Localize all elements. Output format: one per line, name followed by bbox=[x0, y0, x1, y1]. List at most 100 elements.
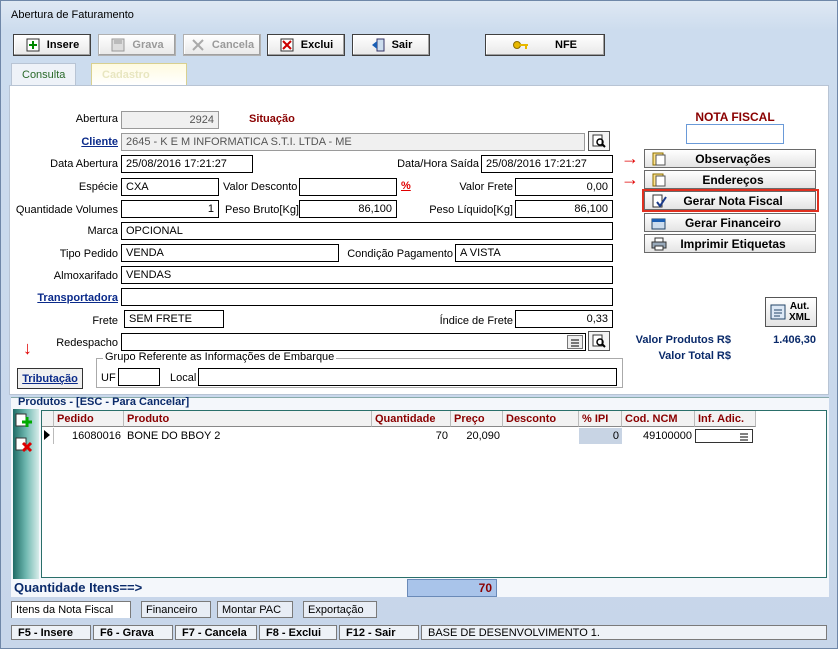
almoxarifado-field[interactable]: VENDAS bbox=[121, 266, 613, 284]
tab-itens-nota[interactable]: Itens da Nota Fiscal bbox=[11, 601, 131, 618]
peso-liquido-field[interactable]: 86,100 bbox=[515, 200, 613, 218]
f12-sair-key[interactable]: F12 - Sair bbox=[339, 625, 419, 640]
abertura-field[interactable]: 2924 bbox=[121, 111, 219, 129]
cell-produto[interactable]: BONE DO BBOY 2 bbox=[124, 428, 372, 444]
tipo-pedido-field[interactable]: VENDA bbox=[121, 244, 339, 262]
col-inf-adic[interactable]: Inf. Adic. bbox=[695, 411, 756, 427]
qtd-volumes-label: Quantidade Volumes bbox=[15, 204, 118, 216]
cell-ipi[interactable]: 0 bbox=[579, 428, 622, 444]
tab-cadastro[interactable]: Cadastro bbox=[91, 63, 187, 85]
valor-frete-label: Valor Frete bbox=[459, 181, 513, 193]
especie-label: Espécie bbox=[78, 181, 118, 193]
inf-adic-list-icon[interactable] bbox=[737, 431, 751, 441]
valor-produtos-value: 1.406,30 bbox=[773, 334, 816, 346]
col-ncm[interactable]: Cod. NCM bbox=[622, 411, 695, 427]
sair-label: Sair bbox=[391, 39, 413, 51]
cliente-field[interactable]: 2645 - K E M INFORMATICA S.T.I. LTDA - M… bbox=[121, 133, 585, 151]
nfe-label: NFE bbox=[555, 39, 577, 51]
transportadora-field[interactable] bbox=[121, 288, 613, 306]
imprimir-etiquetas-button[interactable]: Imprimir Etiquetas bbox=[644, 234, 816, 253]
cell-quantidade[interactable]: 70 bbox=[372, 428, 451, 444]
insere-button[interactable]: Insere bbox=[13, 34, 91, 56]
uf-field[interactable] bbox=[118, 368, 160, 386]
cell-preco[interactable]: 20,090 bbox=[451, 428, 503, 444]
insert-record-icon bbox=[25, 38, 41, 52]
peso-liquido-label: Peso Líquido[Kg] bbox=[429, 204, 513, 216]
data-saida-field[interactable]: 25/08/2016 17:21:27 bbox=[481, 155, 613, 173]
cell-ncm[interactable]: 49100000 bbox=[622, 428, 695, 444]
list-icon bbox=[571, 339, 579, 347]
local-field[interactable] bbox=[198, 368, 617, 386]
data-saida-label: Data/Hora Saída bbox=[397, 158, 479, 170]
percent-toggle[interactable]: % bbox=[401, 180, 411, 192]
finance-icon bbox=[649, 215, 669, 231]
cell-pedido[interactable]: 16080016 bbox=[54, 428, 124, 444]
f7-cancela-key[interactable]: F7 - Cancela bbox=[175, 625, 257, 640]
gerar-financeiro-button[interactable]: Gerar Financeiro bbox=[644, 213, 816, 232]
delete-row-icon[interactable] bbox=[15, 437, 33, 453]
abertura-label: Abertura bbox=[75, 113, 118, 125]
insere-label: Insere bbox=[46, 39, 80, 51]
col-pedido[interactable]: Pedido bbox=[54, 411, 124, 427]
qtd-volumes-field[interactable]: 1 bbox=[121, 200, 219, 218]
row-indicator bbox=[42, 428, 54, 444]
redespacho-dropdown-button[interactable] bbox=[567, 335, 583, 349]
delete-icon bbox=[279, 38, 295, 52]
nfe-button[interactable]: NFE bbox=[485, 34, 605, 56]
col-produto[interactable]: Produto bbox=[124, 411, 372, 427]
frete-field[interactable]: SEM FRETE bbox=[124, 310, 224, 328]
data-abertura-label: Data Abertura bbox=[50, 158, 118, 170]
enderecos-button[interactable]: Endereços bbox=[644, 170, 816, 189]
valor-desconto-field[interactable] bbox=[299, 178, 397, 196]
exit-door-icon bbox=[370, 38, 386, 52]
tributacao-button[interactable]: Tributação bbox=[17, 368, 83, 389]
sair-button[interactable]: Sair bbox=[352, 34, 430, 56]
grava-button[interactable]: Grava bbox=[98, 34, 176, 56]
transportadora-link[interactable]: Transportadora bbox=[21, 292, 118, 304]
frete-label: Frete bbox=[92, 315, 118, 327]
condicao-field[interactable]: A VISTA bbox=[455, 244, 613, 262]
cancela-label: Cancela bbox=[211, 39, 255, 51]
aut-xml-button[interactable]: Aut. XML bbox=[765, 297, 817, 327]
tipo-pedido-label: Tipo Pedido bbox=[59, 248, 118, 260]
tab-consulta[interactable]: Consulta bbox=[11, 63, 77, 85]
data-abertura-field[interactable]: 25/08/2016 17:21:27 bbox=[121, 155, 253, 173]
indice-frete-field[interactable]: 0,33 bbox=[515, 310, 613, 328]
cliente-link[interactable]: Cliente bbox=[21, 136, 118, 148]
valor-frete-field[interactable]: 0,00 bbox=[515, 178, 613, 196]
nota-fiscal-field[interactable] bbox=[686, 124, 784, 144]
tab-montar-pac[interactable]: Montar PAC bbox=[217, 601, 293, 618]
marca-label: Marca bbox=[87, 225, 118, 237]
col-quantidade[interactable]: Quantidade bbox=[372, 411, 451, 427]
window-title: Abertura de Faturamento bbox=[11, 9, 134, 21]
col-preco[interactable]: Preço bbox=[451, 411, 503, 427]
marca-field[interactable]: OPCIONAL bbox=[121, 222, 613, 240]
peso-bruto-field[interactable]: 86,100 bbox=[299, 200, 397, 218]
qtd-itens-label: Quantidade Itens==> bbox=[14, 580, 143, 595]
xml-document-icon bbox=[770, 304, 786, 320]
exclui-button[interactable]: Exclui bbox=[267, 34, 345, 56]
notes-icon bbox=[649, 151, 669, 167]
cliente-search-button[interactable] bbox=[588, 131, 610, 151]
f8-exclui-key[interactable]: F8 - Exclui bbox=[259, 625, 337, 640]
add-row-icon[interactable] bbox=[15, 413, 33, 429]
especie-field[interactable]: CXA bbox=[121, 178, 219, 196]
tab-exportacao[interactable]: Exportação bbox=[303, 601, 377, 618]
f6-grava-key[interactable]: F6 - Grava bbox=[93, 625, 173, 640]
xml-label: XML bbox=[789, 312, 811, 323]
red-arrow-right-icon: → bbox=[621, 169, 639, 189]
tab-financeiro[interactable]: Financeiro bbox=[141, 601, 211, 618]
magnifier-icon bbox=[592, 134, 606, 148]
gerar-nota-fiscal-button[interactable]: Gerar Nota Fiscal bbox=[644, 191, 816, 210]
col-desconto[interactable]: Desconto bbox=[503, 411, 579, 427]
f5-insere-key[interactable]: F5 - Insere bbox=[11, 625, 91, 640]
situacao-label: Situação bbox=[249, 113, 295, 125]
red-arrow-right-icon: → bbox=[621, 148, 639, 168]
cell-desconto[interactable] bbox=[503, 428, 579, 444]
peso-bruto-label: Peso Bruto[Kg] bbox=[225, 204, 299, 216]
cancela-button[interactable]: Cancela bbox=[183, 34, 261, 56]
redespacho-field[interactable] bbox=[121, 333, 586, 351]
col-ipi[interactable]: % IPI bbox=[579, 411, 622, 427]
observacoes-button[interactable]: Observações bbox=[644, 149, 816, 168]
produtos-grid[interactable]: Pedido Produto Quantidade Preço Desconto… bbox=[41, 410, 827, 578]
